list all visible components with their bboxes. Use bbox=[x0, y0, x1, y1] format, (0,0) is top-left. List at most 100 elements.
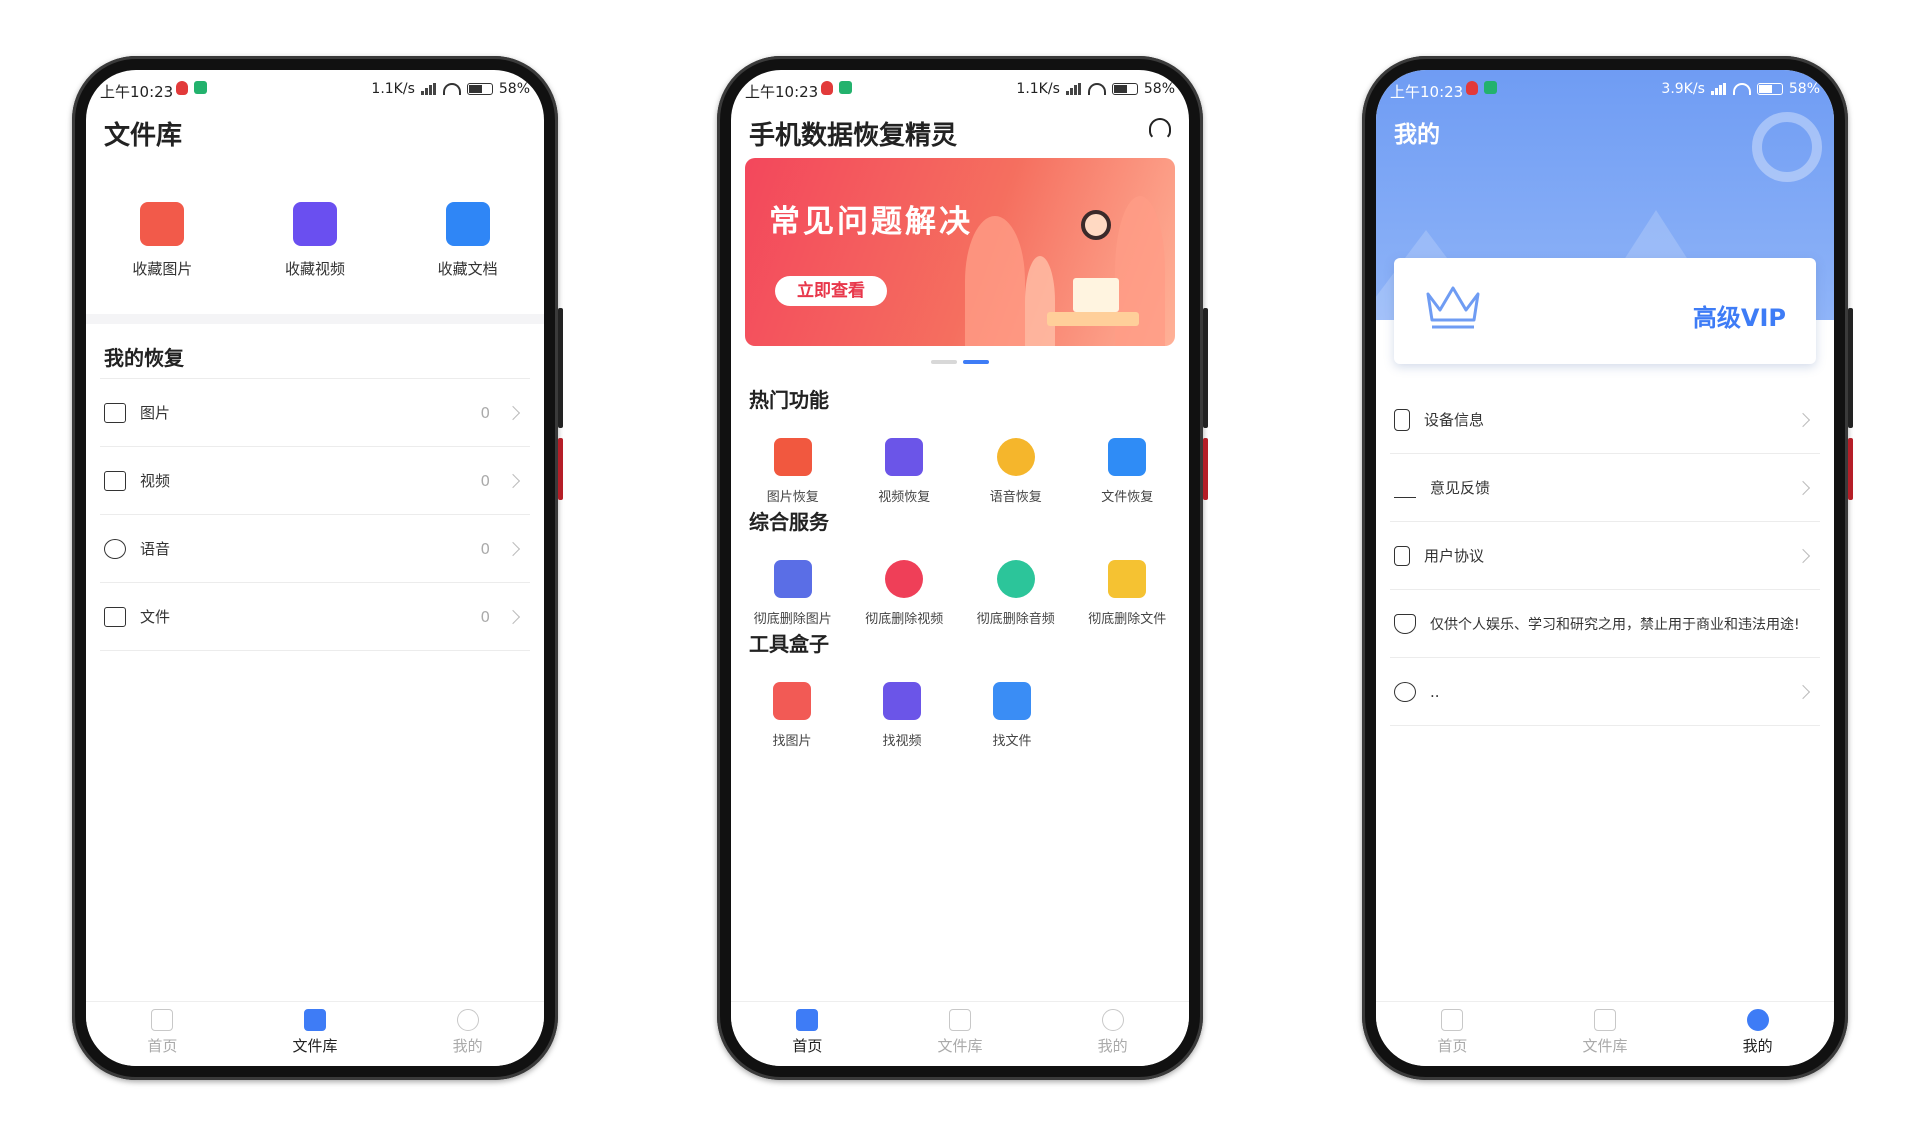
signal-icon bbox=[1710, 83, 1727, 95]
chevron-right-icon bbox=[505, 473, 521, 488]
person-illustration bbox=[1081, 210, 1111, 240]
delete-videos-button[interactable]: 彻底删除视频 bbox=[852, 560, 956, 627]
tab-label: 文件库 bbox=[292, 1037, 338, 1055]
list-item-label: .. bbox=[1430, 682, 1440, 701]
status-bar: 上午10:23 3.9K/s 58% bbox=[1376, 70, 1834, 110]
list-item-files[interactable]: 文件 0 bbox=[100, 583, 530, 651]
banner-carousel[interactable]: 常见问题解决 立即查看 bbox=[745, 158, 1175, 346]
grid-label: 文件恢复 bbox=[1101, 490, 1154, 505]
user-icon bbox=[456, 1009, 479, 1031]
mic-off-icon bbox=[996, 560, 1035, 598]
video-icon bbox=[292, 202, 337, 246]
document-icon bbox=[1394, 545, 1410, 566]
delete-images-button[interactable]: 彻底删除图片 bbox=[741, 560, 845, 627]
folder-delete-icon bbox=[1108, 560, 1147, 598]
list-item-label: 用户协议 bbox=[1424, 547, 1485, 565]
grid-label: 语音恢复 bbox=[989, 490, 1042, 505]
find-images-button[interactable]: 找图片 bbox=[737, 682, 847, 749]
list-item-audio[interactable]: 语音 0 bbox=[100, 515, 530, 583]
phone-library: 上午10:23 1.1K/s 58% 文件库 收藏图片 收藏视频 收藏文档 我的… bbox=[72, 56, 563, 1080]
carousel-indicator bbox=[731, 360, 1189, 364]
user-icon bbox=[1101, 1009, 1124, 1031]
home-icon bbox=[796, 1009, 819, 1031]
favorite-videos-button[interactable]: 收藏视频 bbox=[255, 202, 375, 279]
hot-features-grid: 图片恢复 视频恢复 语音恢复 文件恢复 bbox=[731, 438, 1189, 505]
list-item-label: 意见反馈 bbox=[1430, 479, 1491, 497]
app-notify-icon bbox=[194, 81, 207, 94]
tab-mine[interactable]: 我的 bbox=[1063, 1002, 1163, 1066]
list-item-about[interactable]: .. bbox=[1390, 658, 1820, 726]
microphone-icon bbox=[996, 438, 1035, 476]
tab-mine[interactable]: 我的 bbox=[418, 1002, 518, 1066]
list-item-device-info[interactable]: 设备信息 bbox=[1390, 386, 1820, 454]
play-icon bbox=[883, 682, 921, 720]
favorites-row: 收藏图片 收藏视频 收藏文档 bbox=[86, 202, 544, 279]
divider bbox=[86, 314, 544, 324]
video-icon bbox=[104, 470, 126, 491]
tab-mine[interactable]: 我的 bbox=[1708, 1002, 1808, 1066]
grid-label: 彻底删除视频 bbox=[865, 612, 944, 627]
inbox-icon bbox=[1593, 1009, 1616, 1031]
image-icon bbox=[773, 682, 811, 720]
qq-icon bbox=[1466, 81, 1478, 95]
tab-library[interactable]: 文件库 bbox=[910, 1002, 1010, 1066]
library-screen: 上午10:23 1.1K/s 58% 文件库 收藏图片 收藏视频 收藏文档 我的… bbox=[86, 70, 544, 1066]
folder-icon bbox=[1108, 438, 1147, 476]
find-videos-button[interactable]: 找视频 bbox=[847, 682, 957, 749]
favorite-images-button[interactable]: 收藏图片 bbox=[102, 202, 222, 279]
status-time: 上午10:23 bbox=[745, 83, 819, 101]
video-recovery-button[interactable]: 视频恢复 bbox=[852, 438, 956, 505]
find-files-button[interactable]: 找文件 bbox=[957, 682, 1067, 749]
headset-icon[interactable] bbox=[1149, 118, 1171, 140]
section-title-service: 综合服务 bbox=[749, 510, 829, 534]
inbox-icon bbox=[948, 1009, 971, 1031]
page-title: 我的 bbox=[1394, 122, 1440, 148]
list-item-label: 语音 bbox=[140, 540, 171, 558]
grid-label: 找文件 bbox=[992, 734, 1032, 749]
tab-home[interactable]: 首页 bbox=[757, 1002, 857, 1066]
user-icon bbox=[1746, 1009, 1769, 1031]
list-item-count: 0 bbox=[480, 607, 490, 626]
tab-home[interactable]: 首页 bbox=[112, 1002, 212, 1066]
chevron-right-icon bbox=[1795, 480, 1811, 495]
tab-library[interactable]: 文件库 bbox=[1555, 1002, 1655, 1066]
page-title: 文件库 bbox=[104, 121, 183, 151]
delete-audio-button[interactable]: 彻底删除音频 bbox=[964, 560, 1068, 627]
grid-label: 彻底删除图片 bbox=[753, 612, 832, 627]
file-recovery-button[interactable]: 文件恢复 bbox=[1075, 438, 1179, 505]
inbox-icon bbox=[993, 682, 1031, 720]
tab-label: 首页 bbox=[792, 1037, 823, 1055]
status-time: 上午10:23 bbox=[1390, 83, 1464, 101]
list-item-user-agreement[interactable]: 用户协议 bbox=[1390, 522, 1820, 590]
tab-home[interactable]: 首页 bbox=[1402, 1002, 1502, 1066]
delete-files-button[interactable]: 彻底删除文件 bbox=[1075, 560, 1179, 627]
list-item-feedback[interactable]: 意见反馈 bbox=[1390, 454, 1820, 522]
home-icon bbox=[151, 1009, 174, 1031]
grid-label: 找视频 bbox=[882, 734, 922, 749]
banner-view-button[interactable]: 立即查看 bbox=[775, 276, 887, 306]
home-icon bbox=[1441, 1009, 1464, 1031]
chevron-right-icon bbox=[1795, 548, 1811, 563]
recovery-list: 图片 0 视频 0 语音 0 文件 0 bbox=[100, 378, 530, 651]
list-item-images[interactable]: 图片 0 bbox=[100, 378, 530, 447]
favorite-documents-button[interactable]: 收藏文档 bbox=[408, 202, 528, 279]
chevron-right-icon bbox=[1795, 684, 1811, 699]
tab-bar: 首页 文件库 我的 bbox=[86, 1001, 544, 1066]
image-recovery-button[interactable]: 图片恢复 bbox=[741, 438, 845, 505]
list-item-label: 设备信息 bbox=[1424, 411, 1485, 429]
chevron-right-icon bbox=[1795, 412, 1811, 427]
list-item-count: 0 bbox=[480, 403, 490, 422]
list-item-videos[interactable]: 视频 0 bbox=[100, 447, 530, 515]
vip-card[interactable]: 高级VIP bbox=[1394, 258, 1816, 364]
image-recovery-icon bbox=[773, 438, 812, 476]
inbox-icon bbox=[303, 1009, 326, 1031]
tab-library[interactable]: 文件库 bbox=[265, 1002, 365, 1066]
shield-icon bbox=[1394, 613, 1416, 634]
network-speed: 1.1K/s bbox=[371, 81, 415, 97]
delete-image-icon bbox=[773, 560, 812, 598]
signal-icon bbox=[1065, 83, 1082, 95]
list-item-count: 0 bbox=[480, 471, 490, 490]
status-time: 上午10:23 bbox=[100, 83, 174, 101]
signal-icon bbox=[420, 83, 437, 95]
audio-recovery-button[interactable]: 语音恢复 bbox=[964, 438, 1068, 505]
